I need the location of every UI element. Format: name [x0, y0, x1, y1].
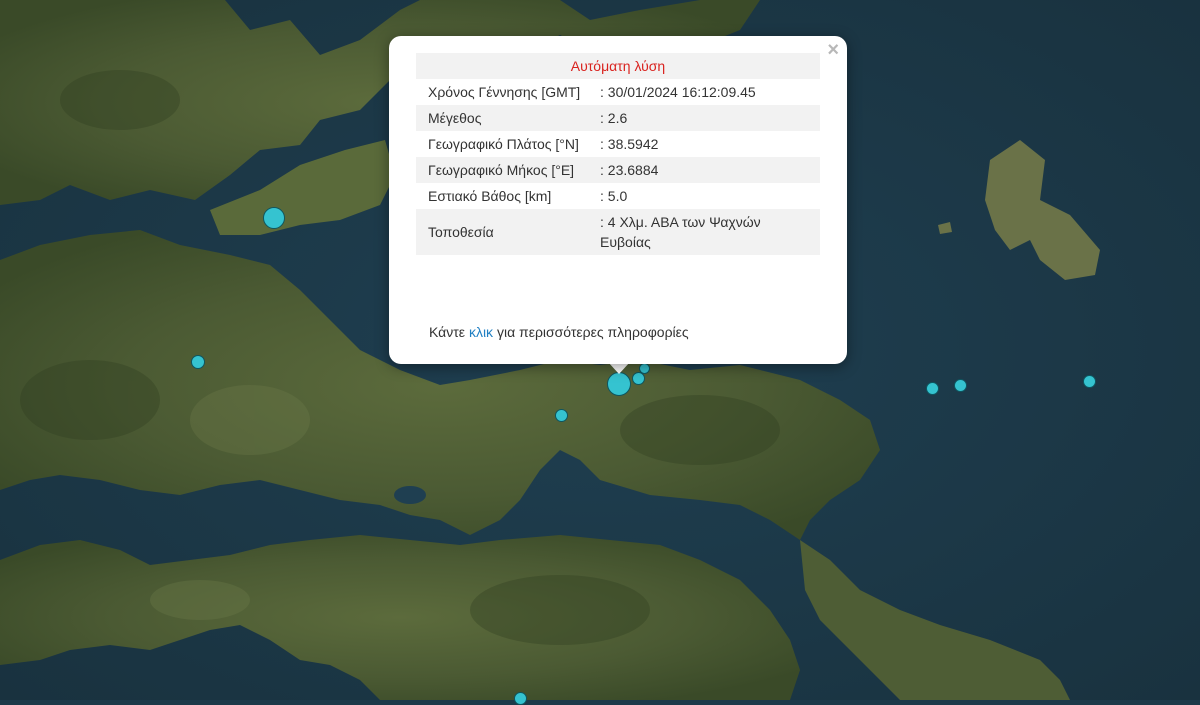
earthquake-marker[interactable] [514, 692, 527, 705]
earthquake-marker[interactable] [1083, 375, 1096, 388]
earthquake-marker[interactable] [926, 382, 939, 395]
location-label: Τοποθεσία [416, 209, 596, 255]
lake [394, 486, 426, 504]
close-icon[interactable]: × [827, 40, 839, 60]
more-info-link[interactable]: κλικ [469, 324, 493, 340]
magnitude-label: Μέγεθος [416, 105, 596, 131]
longitude-label: Γεωγραφικό Μήκος [°E] [416, 157, 596, 183]
origin-time-label: Χρόνος Γέννησης [GMT] [428, 84, 581, 100]
solution-type-header: Αυτόματη λύση [416, 53, 820, 79]
latitude-label: Γεωγραφικό Πλάτος [°N] [428, 136, 579, 152]
table-row: Μέγεθος : 2.6 [416, 105, 820, 131]
earthquake-marker-selected[interactable] [607, 372, 631, 396]
earthquake-popup: × Αυτόματη λύση Χρόνος Γέννησης [GMT] : … [389, 36, 847, 364]
table-row: Τοποθεσία : 4 Χλμ. ΑΒΑ των Ψαχνών Ευβοία… [416, 209, 820, 255]
earthquake-marker[interactable] [954, 379, 967, 392]
earthquake-info-table: Αυτόματη λύση Χρόνος Γέννησης [GMT] : 30… [416, 53, 820, 255]
earthquake-marker[interactable] [639, 363, 650, 374]
table-row: Χρόνος Γέννησης [GMT] : 30/01/2024 16:12… [416, 79, 820, 105]
latitude-value: : 38.5942 [600, 136, 659, 152]
depth-value: : 5.0 [600, 188, 628, 204]
table-row: Γεωγραφικό Πλάτος [°N] : 38.5942 [416, 131, 820, 157]
origin-time-value: : 30/01/2024 16:12:09.45 [600, 84, 756, 100]
more-info-text: Κάντε κλικ για περισσότερες πληροφορίες [429, 324, 689, 340]
more-info-suffix: για περισσότερες πληροφορίες [496, 324, 689, 340]
table-row: Εστιακό Βάθος [km] : 5.0 [416, 183, 820, 209]
earthquake-marker[interactable] [555, 409, 568, 422]
table-row: Γεωγραφικό Μήκος [°E] : 23.6884 [416, 157, 820, 183]
magnitude-value: : 2.6 [596, 105, 820, 131]
earthquake-marker[interactable] [191, 355, 205, 369]
depth-label: Εστιακό Βάθος [km] [428, 188, 552, 204]
more-info-prefix: Κάντε [429, 324, 466, 340]
location-value: : 4 Χλμ. ΑΒΑ των Ψαχνών Ευβοίας [596, 209, 820, 255]
longitude-value: : 23.6884 [596, 157, 820, 183]
earthquake-marker[interactable] [263, 207, 285, 229]
table-row: Αυτόματη λύση [416, 53, 820, 79]
